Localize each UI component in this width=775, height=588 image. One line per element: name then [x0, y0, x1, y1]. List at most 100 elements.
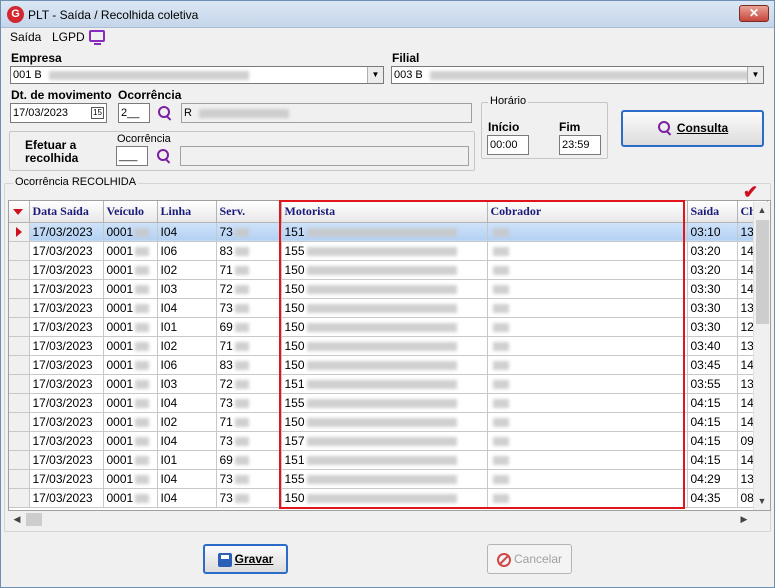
cell-data[interactable]: 17/03/2023	[29, 355, 104, 375]
cell-linha[interactable]: I02	[157, 260, 217, 280]
cell-veiculo[interactable]: 0001	[103, 393, 158, 413]
cell-veiculo[interactable]: 0001	[103, 298, 158, 318]
cell-saida[interactable]: 04:15	[687, 393, 738, 413]
cell-linha[interactable]: I03	[157, 374, 217, 394]
cell-serv[interactable]: 73	[216, 222, 282, 242]
empresa-select[interactable]: 001 B ▼	[10, 66, 384, 84]
row-indicator[interactable]	[9, 336, 30, 356]
cell-data[interactable]: 17/03/2023	[29, 298, 104, 318]
cell-saida[interactable]: 04:15	[687, 412, 738, 432]
cell-data[interactable]: 17/03/2023	[29, 393, 104, 413]
cell-serv[interactable]: 72	[216, 374, 282, 394]
sort-header[interactable]	[9, 201, 30, 223]
cell-saida[interactable]: 03:40	[687, 336, 738, 356]
row-indicator[interactable]	[9, 260, 30, 280]
vertical-scrollbar[interactable]: ▲ ▼	[753, 202, 770, 510]
row-indicator[interactable]	[9, 393, 30, 413]
cell-linha[interactable]: I01	[157, 317, 217, 337]
row-indicator[interactable]	[9, 450, 30, 470]
col-serv[interactable]: Serv.	[216, 201, 282, 223]
cell-linha[interactable]: I06	[157, 241, 217, 261]
cell-data[interactable]: 17/03/2023	[29, 222, 104, 242]
dt-movimento-field[interactable]: 17/03/2023 15	[10, 103, 107, 123]
cell-data[interactable]: 17/03/2023	[29, 317, 104, 337]
scroll-up-icon[interactable]: ▲	[754, 202, 770, 218]
cell-linha[interactable]: I01	[157, 450, 217, 470]
cell-saida[interactable]: 03:55	[687, 374, 738, 394]
cell-serv[interactable]: 69	[216, 450, 282, 470]
col-veiculo[interactable]: Veículo	[103, 201, 158, 223]
cell-saida[interactable]: 04:35	[687, 488, 738, 508]
cell-veiculo[interactable]: 0001	[103, 355, 158, 375]
cancelar-button[interactable]: Cancelar	[487, 544, 572, 574]
row-indicator[interactable]	[9, 241, 30, 261]
cell-linha[interactable]: I02	[157, 336, 217, 356]
col-data-saida[interactable]: Data Saída	[29, 201, 104, 223]
cell-linha[interactable]: I03	[157, 279, 217, 299]
cell-serv[interactable]: 71	[216, 412, 282, 432]
row-indicator[interactable]	[9, 298, 30, 318]
fim-field[interactable]: 23:59	[559, 135, 601, 155]
cell-veiculo[interactable]: 0001	[103, 450, 158, 470]
cell-veiculo[interactable]: 0001	[103, 336, 158, 356]
cell-data[interactable]: 17/03/2023	[29, 450, 104, 470]
cell-saida[interactable]: 03:10	[687, 222, 738, 242]
horizontal-scrollbar[interactable]: ◀ ▶	[9, 511, 770, 528]
cell-veiculo[interactable]: 0001	[103, 469, 158, 489]
cell-veiculo[interactable]: 0001	[103, 241, 158, 261]
cell-saida[interactable]: 04:29	[687, 469, 738, 489]
cell-serv[interactable]: 73	[216, 488, 282, 508]
cell-data[interactable]: 17/03/2023	[29, 336, 104, 356]
cell-data[interactable]: 17/03/2023	[29, 431, 104, 451]
gravar-button[interactable]: Gravar	[203, 544, 288, 574]
scroll-left-icon[interactable]: ◀	[9, 511, 25, 527]
cell-linha[interactable]: I04	[157, 393, 217, 413]
cell-saida[interactable]: 03:20	[687, 260, 738, 280]
cell-serv[interactable]: 71	[216, 260, 282, 280]
row-indicator[interactable]	[9, 488, 30, 508]
cell-saida[interactable]: 04:15	[687, 450, 738, 470]
cell-serv[interactable]: 71	[216, 336, 282, 356]
row-indicator[interactable]	[9, 374, 30, 394]
cell-linha[interactable]: I06	[157, 355, 217, 375]
menu-saida[interactable]: Saída	[10, 30, 41, 44]
cell-data[interactable]: 17/03/2023	[29, 412, 104, 432]
search-icon[interactable]	[156, 148, 172, 164]
monitor-icon[interactable]	[89, 30, 105, 45]
cell-serv[interactable]: 72	[216, 279, 282, 299]
cell-serv[interactable]: 83	[216, 355, 282, 375]
efetuar-ocorrencia-field[interactable]: ___	[116, 146, 148, 166]
col-linha[interactable]: Linha	[157, 201, 217, 223]
cell-veiculo[interactable]: 0001	[103, 260, 158, 280]
cell-serv[interactable]: 73	[216, 393, 282, 413]
consulta-button[interactable]: Consulta	[621, 110, 764, 147]
chevron-down-icon[interactable]: ▼	[367, 67, 383, 83]
scroll-thumb[interactable]	[756, 220, 769, 324]
cell-saida[interactable]: 03:30	[687, 298, 738, 318]
cell-serv[interactable]: 73	[216, 431, 282, 451]
cell-saida[interactable]: 03:45	[687, 355, 738, 375]
cell-veiculo[interactable]: 0001	[103, 222, 158, 242]
cell-linha[interactable]: I02	[157, 412, 217, 432]
row-indicator[interactable]	[9, 412, 30, 432]
row-indicator[interactable]	[9, 222, 30, 242]
ocorrencia-field[interactable]: 2__	[118, 103, 150, 123]
cell-serv[interactable]: 73	[216, 298, 282, 318]
cell-veiculo[interactable]: 0001	[103, 431, 158, 451]
cell-veiculo[interactable]: 0001	[103, 488, 158, 508]
row-indicator[interactable]	[9, 355, 30, 375]
chevron-down-icon[interactable]: ▼	[747, 67, 763, 83]
cell-data[interactable]: 17/03/2023	[29, 488, 104, 508]
cell-veiculo[interactable]: 0001	[103, 374, 158, 394]
cell-saida[interactable]: 03:20	[687, 241, 738, 261]
row-indicator[interactable]	[9, 279, 30, 299]
menu-lgpd[interactable]: LGPD	[52, 30, 85, 44]
cell-linha[interactable]: I04	[157, 431, 217, 451]
cell-linha[interactable]: I04	[157, 298, 217, 318]
calendar-icon[interactable]: 15	[91, 107, 104, 119]
cell-linha[interactable]: I04	[157, 222, 217, 242]
search-icon[interactable]	[157, 105, 173, 121]
cell-saida[interactable]: 03:30	[687, 317, 738, 337]
cell-linha[interactable]: I04	[157, 469, 217, 489]
row-indicator[interactable]	[9, 469, 30, 489]
